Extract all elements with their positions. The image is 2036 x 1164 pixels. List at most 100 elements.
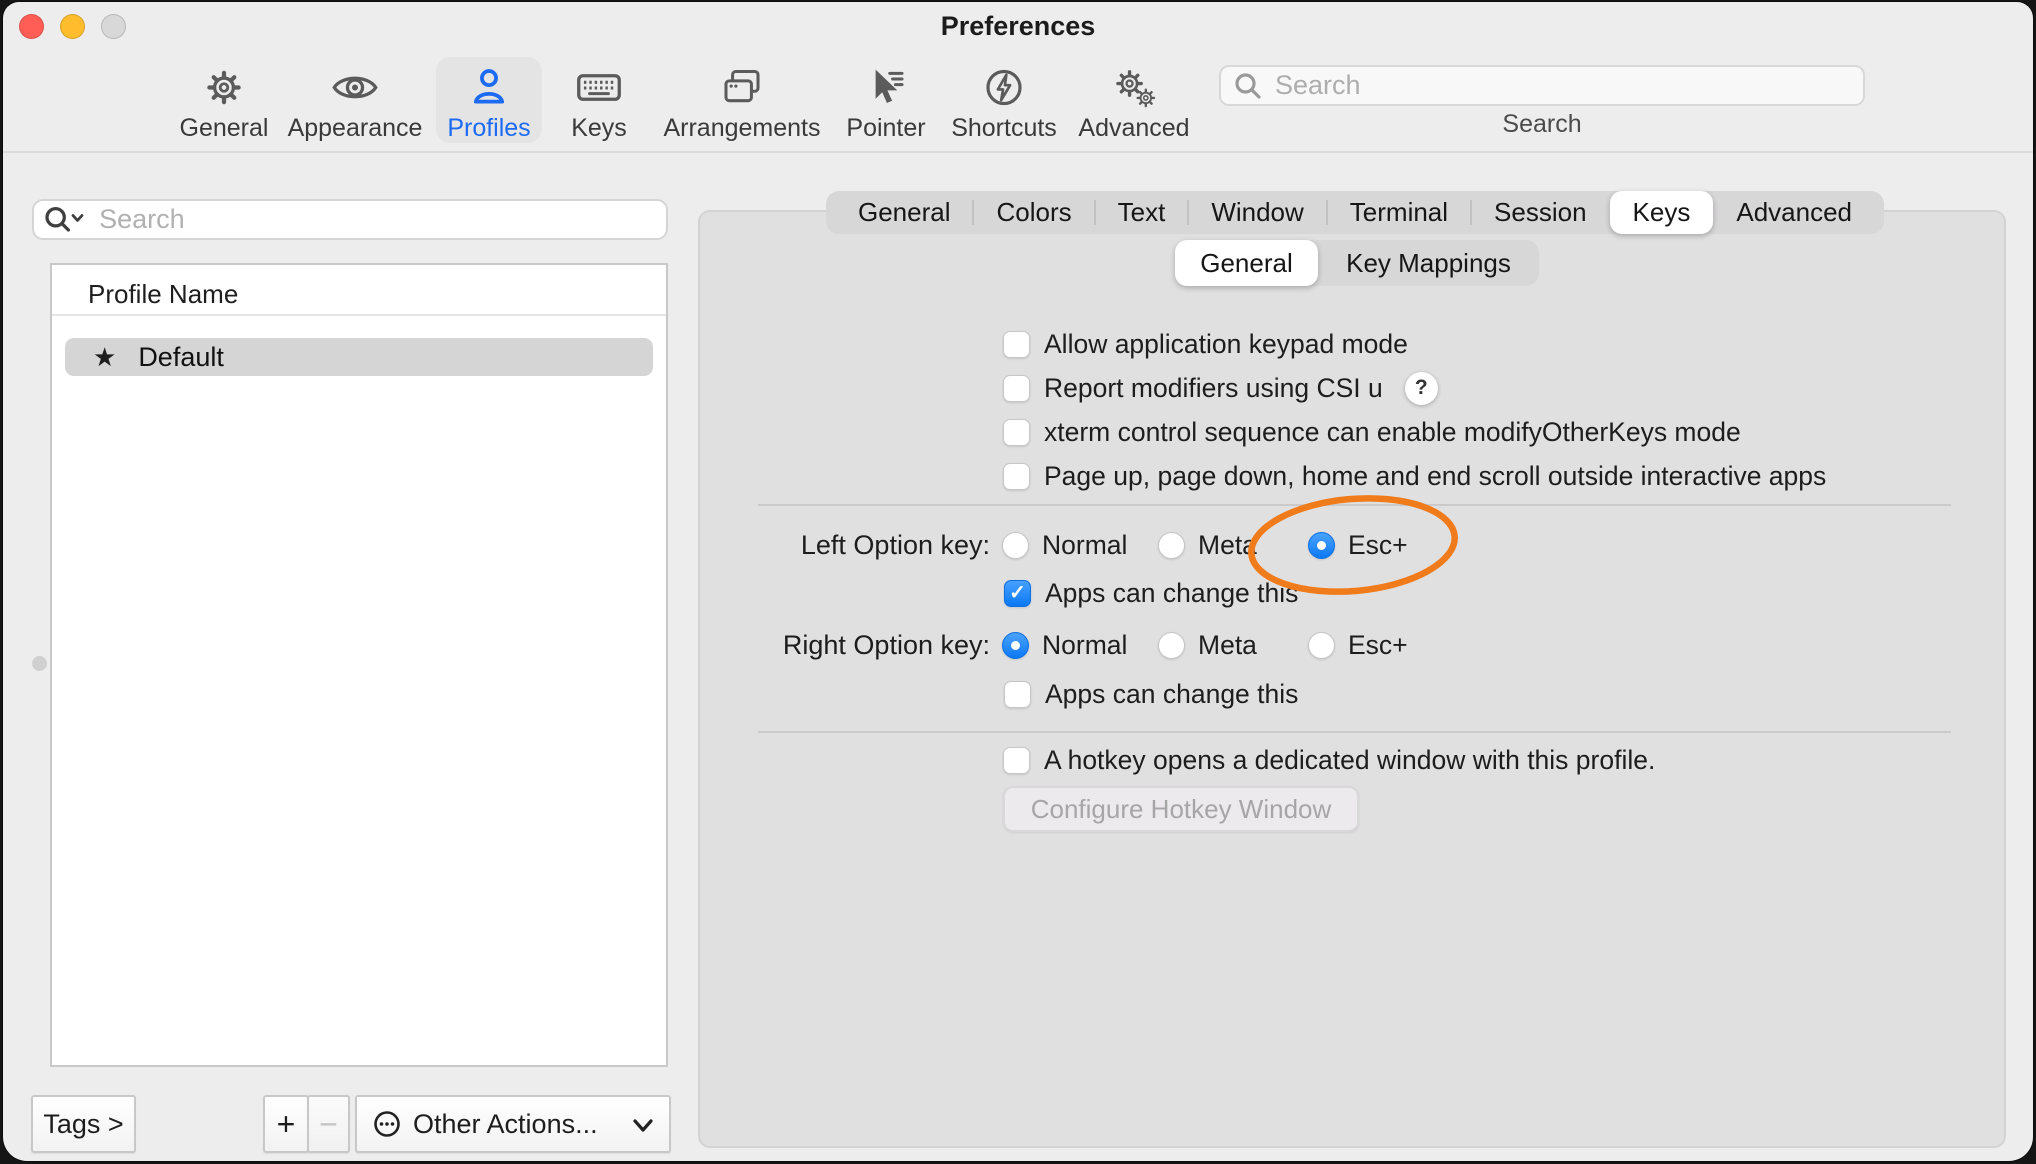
window-title: Preferences xyxy=(3,11,2033,42)
search-icon xyxy=(1233,71,1263,101)
checkbox-modify-other-keys[interactable] xyxy=(1003,419,1030,446)
profile-list-header: Profile Name xyxy=(88,279,238,310)
checkbox-report-csi-u[interactable] xyxy=(1003,375,1030,402)
checkbox-label: A hotkey opens a dedicated window with t… xyxy=(1044,745,1655,776)
ellipsis-circle-icon xyxy=(371,1108,403,1140)
hotkey-row: A hotkey opens a dedicated window with t… xyxy=(1003,743,1655,777)
tab-session[interactable]: Session xyxy=(1471,191,1610,234)
checkbox-right-apps-can-change[interactable] xyxy=(1004,681,1031,708)
star-icon: ★ xyxy=(93,344,116,370)
gear-icon xyxy=(198,63,250,112)
checkbox-label: Allow application keypad mode xyxy=(1044,329,1408,360)
tab-window[interactable]: Window xyxy=(1188,191,1326,234)
left-option-key-radio-group: Normal Meta Esc+ xyxy=(1002,528,1522,562)
tab-advanced[interactable]: Advanced xyxy=(1713,191,1875,234)
radio-left-esc[interactable] xyxy=(1308,532,1335,559)
right-option-key-radio-group: Normal Meta Esc+ xyxy=(1002,628,1522,662)
toolbar-item-label: Arrangements xyxy=(663,114,820,143)
right-apps-can-change-row: Apps can change this xyxy=(1004,677,1298,711)
checkbox-label: Page up, page down, home and end scroll … xyxy=(1044,461,1826,492)
radio-option: Meta xyxy=(1158,628,1257,662)
help-button[interactable]: ? xyxy=(1405,372,1438,405)
checkbox-page-scroll[interactable] xyxy=(1003,463,1030,490)
chevron-down-icon xyxy=(631,1118,655,1134)
remove-profile-button[interactable]: − xyxy=(307,1095,350,1153)
section-divider xyxy=(758,731,1951,733)
checkbox-row-page-scroll: Page up, page down, home and end scroll … xyxy=(1003,459,1826,493)
radio-label: Normal xyxy=(1042,530,1127,561)
toolbar-item-label: Pointer xyxy=(846,114,925,143)
left-apps-can-change-row: Apps can change this xyxy=(1004,576,1298,610)
toolbar-divider xyxy=(3,151,2033,153)
checkbox-left-apps-can-change[interactable] xyxy=(1004,580,1031,607)
radio-option: Normal xyxy=(1002,528,1127,562)
profile-search-input[interactable] xyxy=(97,203,658,236)
toolbar-item-label: Profiles xyxy=(447,114,530,143)
toolbar-item-label: Keys xyxy=(571,114,627,143)
screen: Preferences General Appearance Profiles … xyxy=(0,0,2036,1164)
tab-keys[interactable]: Keys xyxy=(1610,191,1714,234)
left-option-key-label: Left Option key: xyxy=(743,528,990,562)
add-profile-button[interactable]: + xyxy=(263,1095,309,1153)
radio-right-esc[interactable] xyxy=(1308,632,1335,659)
toolbar-item-shortcuts[interactable]: Shortcuts xyxy=(946,57,1062,143)
tags-button[interactable]: Tags > xyxy=(31,1095,136,1153)
other-actions-dropdown[interactable]: Other Actions... xyxy=(355,1095,671,1153)
radio-label: Normal xyxy=(1042,630,1127,661)
checkbox-hotkey-window[interactable] xyxy=(1003,747,1030,774)
profile-row-default[interactable]: ★ Default xyxy=(65,338,653,376)
radio-right-meta[interactable] xyxy=(1158,632,1185,659)
radio-option: Normal xyxy=(1002,628,1127,662)
checkbox-label: Apps can change this xyxy=(1045,679,1298,710)
radio-option: Meta xyxy=(1158,528,1257,562)
radio-option: Esc+ xyxy=(1308,528,1408,562)
keys-subtabbar: General Key Mappings xyxy=(1175,240,1539,286)
person-icon xyxy=(463,63,515,112)
checkbox-allow-keypad-mode[interactable] xyxy=(1003,331,1030,358)
checkbox-label: Apps can change this xyxy=(1045,578,1298,609)
tab-terminal[interactable]: Terminal xyxy=(1327,191,1471,234)
subtab-key-mappings[interactable]: Key Mappings xyxy=(1318,240,1539,286)
search-filter-icon xyxy=(42,203,91,237)
radio-label: Meta xyxy=(1198,630,1257,661)
checkbox-label: xterm control sequence can enable modify… xyxy=(1044,417,1741,448)
gears-icon xyxy=(1108,63,1160,112)
sidebar-dot xyxy=(32,656,47,671)
toolbar-item-profiles[interactable]: Profiles xyxy=(436,57,542,143)
tab-general[interactable]: General xyxy=(835,191,974,234)
preferences-window: Preferences General Appearance Profiles … xyxy=(3,2,2033,1161)
checkbox-label: Report modifiers using CSI u xyxy=(1044,373,1383,404)
right-option-key-label: Right Option key: xyxy=(743,628,990,662)
other-actions-label: Other Actions... xyxy=(413,1109,598,1140)
toolbar-search-caption: Search xyxy=(1219,110,1865,139)
checkbox-row-csi-u: Report modifiers using CSI u ? xyxy=(1003,371,1438,405)
profile-tabbar: General Colors Text Window Terminal Sess… xyxy=(826,191,1884,234)
radio-label: Meta xyxy=(1198,530,1257,561)
tab-colors[interactable]: Colors xyxy=(973,191,1094,234)
toolbar-item-pointer[interactable]: Pointer xyxy=(838,57,934,143)
toolbar-item-general[interactable]: General xyxy=(174,57,274,143)
radio-option: Esc+ xyxy=(1308,628,1408,662)
toolbar-item-keys[interactable]: Keys xyxy=(564,57,634,143)
profile-list: Profile Name ★ Default xyxy=(50,263,668,1067)
profile-name: Default xyxy=(138,342,224,373)
tab-text[interactable]: Text xyxy=(1095,191,1189,234)
checkbox-row-keypad-mode: Allow application keypad mode xyxy=(1003,327,1408,361)
subtab-general[interactable]: General xyxy=(1175,240,1318,286)
radio-left-normal[interactable] xyxy=(1002,532,1029,559)
radio-label: Esc+ xyxy=(1348,630,1408,661)
radio-left-meta[interactable] xyxy=(1158,532,1185,559)
toolbar-item-appearance[interactable]: Appearance xyxy=(285,57,425,143)
profile-search-field[interactable] xyxy=(32,199,668,240)
toolbar-search-field[interactable] xyxy=(1219,65,1865,106)
toolbar-item-label: Shortcuts xyxy=(951,114,1057,143)
radio-label: Esc+ xyxy=(1348,530,1408,561)
toolbar-search-input[interactable] xyxy=(1273,69,1851,102)
checkbox-row-modify-other-keys: xterm control sequence can enable modify… xyxy=(1003,415,1741,449)
keyboard-icon xyxy=(573,63,625,112)
toolbar-item-arrangements[interactable]: Arrangements xyxy=(662,57,822,143)
toolbar-item-label: Advanced xyxy=(1078,114,1189,143)
radio-right-normal[interactable] xyxy=(1002,632,1029,659)
toolbar-item-advanced[interactable]: Advanced xyxy=(1076,57,1192,143)
configure-hotkey-window-button[interactable]: Configure Hotkey Window xyxy=(1003,786,1359,832)
